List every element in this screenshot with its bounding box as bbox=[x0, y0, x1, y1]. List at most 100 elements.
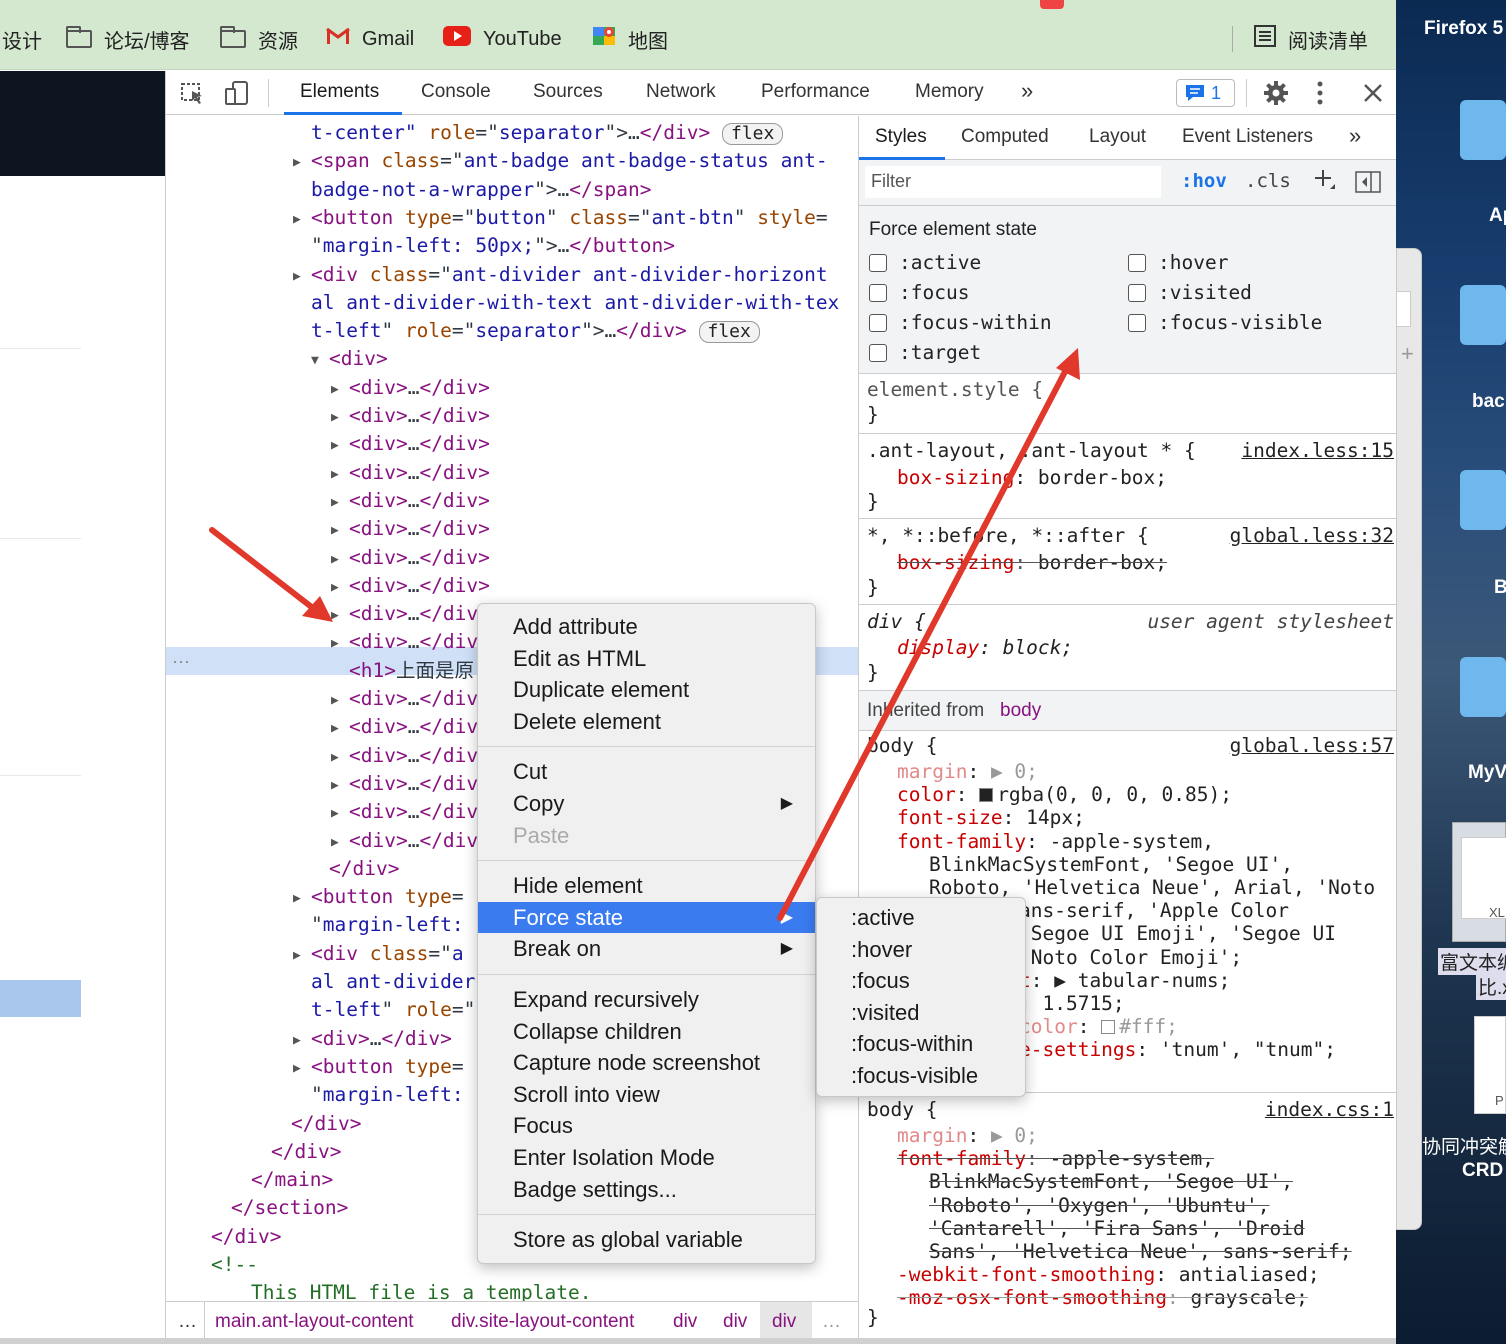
folder-icon[interactable] bbox=[1460, 657, 1506, 717]
prop-name[interactable]: font-size bbox=[897, 806, 1003, 829]
menu-item-force-state[interactable]: Force state ▶ bbox=[478, 901, 815, 933]
menu-item-hide-element[interactable]: Hide element bbox=[478, 870, 815, 901]
css-declaration[interactable]: Roboto, 'Helvetica Neue', Arial, 'Noto bbox=[929, 876, 1375, 899]
dom-node[interactable]: </section> bbox=[231, 1194, 348, 1222]
css-declaration[interactable]: Sans', 'Helvetica Neue', sans-serif; bbox=[929, 1240, 1352, 1263]
prop-value[interactable]: ▶ 0; bbox=[991, 760, 1038, 783]
node-ellipsis-icon[interactable]: ··· bbox=[172, 647, 190, 675]
dom-node[interactable]: ▶ <button type= bbox=[293, 883, 464, 911]
breadcrumb-more-right[interactable]: … bbox=[822, 1311, 841, 1333]
dom-node[interactable]: badge-not-a-wrapper">…</span> bbox=[311, 176, 651, 204]
folder-icon[interactable] bbox=[1460, 285, 1506, 345]
submenu-item-focus[interactable]: :focus bbox=[851, 968, 910, 994]
prop-value[interactable]: : 1.5715; bbox=[1019, 992, 1125, 1015]
menu-item-edit-as-html[interactable]: Edit as HTML bbox=[478, 643, 815, 674]
dom-node[interactable]: t-left" role=" bbox=[311, 996, 475, 1024]
css-declaration[interactable]: margin: ▶ 0; bbox=[897, 1124, 1038, 1147]
prop-value[interactable]: -apple-system, bbox=[1050, 830, 1214, 853]
rule-source-link[interactable]: global.less:32 bbox=[1230, 524, 1394, 547]
prop-value[interactable]: ans-serif, 'Apple Color bbox=[1019, 899, 1289, 922]
prop-value[interactable]: Sans', 'Helvetica Neue', sans-serif; bbox=[929, 1240, 1352, 1263]
dom-node[interactable]: ▶ <div>…</div> bbox=[331, 713, 490, 741]
dom-node-selected[interactable]: ▶ <div>…</div> bbox=[331, 600, 490, 628]
menu-item-break-on[interactable]: Break on ▶ bbox=[478, 933, 815, 964]
menu-item-scroll-into-view[interactable]: Scroll into view bbox=[478, 1079, 815, 1110]
page-selected-item[interactable] bbox=[0, 980, 81, 1017]
collapsed-triangle-icon[interactable]: ▶ bbox=[331, 517, 339, 545]
dom-node[interactable]: ▶ <div>…</div> bbox=[331, 572, 490, 600]
css-declaration[interactable]: margin: ▶ 0; bbox=[897, 760, 1038, 783]
prop-name[interactable]: margin bbox=[897, 1124, 967, 1147]
collapsed-triangle-icon[interactable]: ▶ bbox=[293, 942, 301, 970]
checkbox[interactable] bbox=[869, 313, 887, 332]
dom-node[interactable]: "margin-left: bbox=[311, 1081, 475, 1109]
prop-value[interactable]: 'Cantarell', 'Fira Sans', 'Droid bbox=[929, 1217, 1305, 1240]
prop-name[interactable]: -moz-osx-font-smoothing bbox=[897, 1286, 1167, 1309]
rule-source-link[interactable]: index.less:15 bbox=[1241, 439, 1394, 462]
css-declaration[interactable]: -moz-osx-font-smoothing: grayscale; bbox=[897, 1286, 1308, 1309]
tab-styles[interactable]: Styles bbox=[875, 126, 927, 148]
bookmark-maps[interactable]: 地图 bbox=[592, 24, 668, 54]
expanded-triangle-icon[interactable]: ▼ bbox=[311, 347, 319, 375]
rule-selector[interactable]: element.style { bbox=[867, 378, 1043, 401]
checkbox-focus-within[interactable]: :focus-within bbox=[869, 311, 1052, 334]
prop-name[interactable]: margin bbox=[897, 760, 967, 783]
dom-node[interactable]: ▶ <div>…</div> bbox=[331, 487, 490, 515]
prop-value[interactable]: grayscale; bbox=[1191, 1286, 1308, 1309]
flex-badge[interactable]: flex bbox=[721, 123, 784, 145]
collapsed-triangle-icon[interactable]: ▶ bbox=[293, 206, 301, 234]
dom-node[interactable]: ▶ <div>…</div> bbox=[331, 770, 490, 798]
collapsed-triangle-icon[interactable]: ▶ bbox=[331, 687, 339, 715]
css-declaration[interactable]: BlinkMacSystemFont, 'Segoe UI', bbox=[929, 853, 1293, 876]
more-tabs-icon[interactable]: » bbox=[1021, 78, 1033, 104]
css-declaration[interactable]: color: rgba(0, 0, 0, 0.85); bbox=[897, 783, 1232, 806]
prop-value[interactable]: ▶ 0; bbox=[991, 1124, 1038, 1147]
css-declaration[interactable]: color: #fff; bbox=[1019, 1015, 1178, 1038]
dom-node[interactable]: ▼ <div> bbox=[311, 345, 388, 373]
dom-node[interactable]: </main> bbox=[251, 1166, 333, 1194]
collapsed-triangle-icon[interactable]: ▶ bbox=[331, 715, 339, 743]
folder-icon[interactable] bbox=[1460, 100, 1506, 160]
collapsed-triangle-icon[interactable]: ▶ bbox=[293, 263, 301, 291]
tab-memory[interactable]: Memory bbox=[915, 81, 984, 103]
tab-computed[interactable]: Computed bbox=[961, 126, 1049, 148]
breadcrumb-item-current[interactable]: div bbox=[772, 1311, 796, 1333]
file-thumbnail[interactable]: P bbox=[1474, 1016, 1506, 1114]
menu-item-capture-node-screenshot[interactable]: Capture node screenshot bbox=[478, 1047, 815, 1078]
checkbox[interactable] bbox=[1128, 253, 1146, 272]
tab-layout[interactable]: Layout bbox=[1089, 126, 1146, 148]
menu-item-expand-recursively[interactable]: Expand recursively bbox=[478, 984, 815, 1015]
more-tabs-icon[interactable]: » bbox=[1349, 123, 1361, 149]
menu-item-add-attribute[interactable]: Add attribute bbox=[478, 611, 815, 642]
checkbox-target[interactable]: :target bbox=[869, 341, 981, 364]
css-declaration[interactable]: font-size: 14px; bbox=[897, 806, 1085, 829]
css-declaration[interactable]: 'Segoe UI Emoji', 'Segoe UI bbox=[1019, 922, 1336, 945]
dom-node[interactable]: </div> bbox=[211, 1223, 281, 1251]
collapsed-triangle-icon[interactable]: ▶ bbox=[331, 602, 339, 630]
collapsed-triangle-icon[interactable]: ▶ bbox=[293, 1055, 301, 1083]
dom-node[interactable]: <!-- bbox=[211, 1251, 258, 1279]
prop-name[interactable]: -webkit-font-smoothing bbox=[897, 1263, 1155, 1286]
checkbox[interactable] bbox=[869, 343, 887, 362]
dom-node[interactable]: ▶ <button type="button" class="ant-btn" s… bbox=[293, 204, 828, 232]
tab-network[interactable]: Network bbox=[646, 81, 716, 103]
dom-node[interactable]: t-left" role="separator">…</div> flex bbox=[311, 317, 760, 345]
collapsed-triangle-icon[interactable]: ▶ bbox=[293, 885, 301, 913]
dom-node[interactable]: "margin-left: 50px;">…</button> bbox=[311, 232, 675, 260]
inherited-tag-link[interactable]: body bbox=[1000, 700, 1041, 722]
dom-node[interactable]: ▶ <div>…</div> bbox=[331, 628, 490, 656]
add-icon[interactable]: + bbox=[1401, 341, 1414, 367]
file-thumbnail[interactable]: XL bbox=[1452, 822, 1506, 942]
issues-button[interactable]: 1 bbox=[1176, 79, 1235, 107]
checkbox-hover[interactable]: :hover bbox=[1128, 251, 1228, 274]
collapsed-triangle-icon[interactable]: ▶ bbox=[331, 630, 339, 658]
breadcrumb-item[interactable]: main.ant-layout-content bbox=[215, 1311, 414, 1333]
settings-gear-icon[interactable] bbox=[1263, 80, 1289, 111]
prop-name[interactable]: e-settings bbox=[1019, 1038, 1136, 1061]
tab-console[interactable]: Console bbox=[421, 81, 491, 103]
breadcrumb-item[interactable]: div bbox=[723, 1311, 747, 1333]
collapsed-triangle-icon[interactable]: ▶ bbox=[331, 404, 339, 432]
prop-value[interactable]: 'Roboto', 'Oxygen', 'Ubuntu', bbox=[929, 1194, 1269, 1217]
new-style-rule-icon[interactable] bbox=[1313, 167, 1337, 198]
dom-node[interactable]: ▶ <div>…</div> bbox=[331, 685, 490, 713]
